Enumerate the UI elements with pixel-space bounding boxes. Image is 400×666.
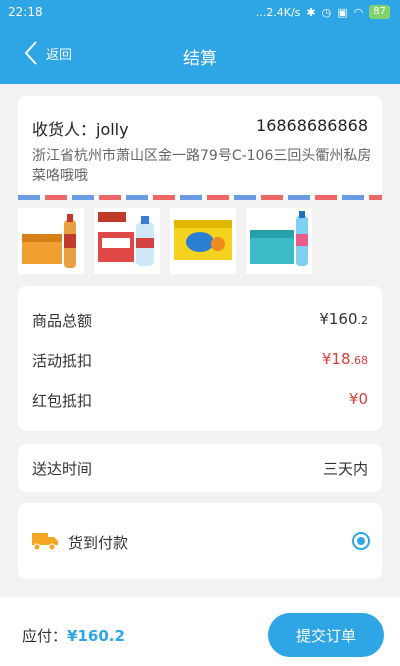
status-time: 22:18 [8,5,43,19]
delivery-label: 送达时间 [32,460,93,478]
payment-method-row[interactable]: 货到付款 [18,503,382,579]
submit-order-button[interactable]: 提交订单 [268,613,384,657]
status-icons: ...2.4K/s ✱ ◷ ▣ ◠ 87 [256,5,390,19]
payable-value: ¥160.2 [67,627,125,645]
product-water-box [94,208,160,274]
payment-label: 货到付款 [68,534,129,552]
discount-label: 活动抵扣 [32,352,93,370]
sim-icon: ▣ [337,5,348,19]
alarm-icon: ◷ [321,5,332,19]
total-value: ¥160.2 [319,310,368,328]
battery-icon: 87 [369,5,390,19]
delivery-row: 送达时间 三天内 [32,458,368,479]
delivery-time-row[interactable]: 送达时间 三天内 [18,444,382,492]
status-bar: 22:18 ...2.4K/s ✱ ◷ ▣ ◠ 87 [0,0,400,26]
redpacket-value: ¥0 [348,390,368,408]
wifi-icon: ◠ [353,5,364,19]
receiver-phone: 16868686868 [256,116,368,135]
total-amount: ¥160 [319,310,358,328]
envelope-stripe [18,195,382,200]
discount-amount: ¥18 [321,350,351,368]
network-speed: ...2.4K/s [255,5,301,19]
receiver-name: 收货人：jolly [32,120,129,139]
order-summary: 商品总额 ¥160.2 活动抵扣 ¥18.68 红包抵扣 ¥0 [18,286,382,431]
bottom-bar: 应付：¥160.2 提交订单 [0,597,400,666]
address-detail: 浙江省杭州市萧山区金一路79号C-106三回头衢州私房菜咯哦哦 [32,148,372,184]
product-juice-box [170,208,236,274]
total-decimal: .2 [357,314,369,327]
delivery-value: 三天内 [322,460,368,478]
discount-decimal: .68 [350,354,369,367]
truck-icon [32,533,58,551]
product-tea-box [18,208,84,274]
summary-row-redpacket: 红包抵扣 ¥0 [32,390,368,411]
summary-row-discount: 活动抵扣 ¥18.68 [32,350,368,371]
summary-row-total: 商品总额 ¥160.2 [32,310,368,331]
bluetooth-icon: ✱ [306,5,316,19]
payable-label: 应付： [22,627,68,645]
total-label: 商品总额 [32,312,93,330]
page-title: 结算 [183,49,217,69]
product-drink-box [246,208,312,274]
address-card[interactable]: 收货人：jolly 16868686868 浙江省杭州市萧山区金一路79号C-1… [18,96,382,198]
discount-value: ¥18.68 [322,350,368,368]
goods-list[interactable] [18,208,312,274]
redpacket-label: 红包抵扣 [32,392,93,410]
payment-radio-selected[interactable] [352,532,370,550]
nav-bar: 返回 结算 [0,26,400,84]
payable-amount: 应付：¥160.2 [22,625,125,646]
